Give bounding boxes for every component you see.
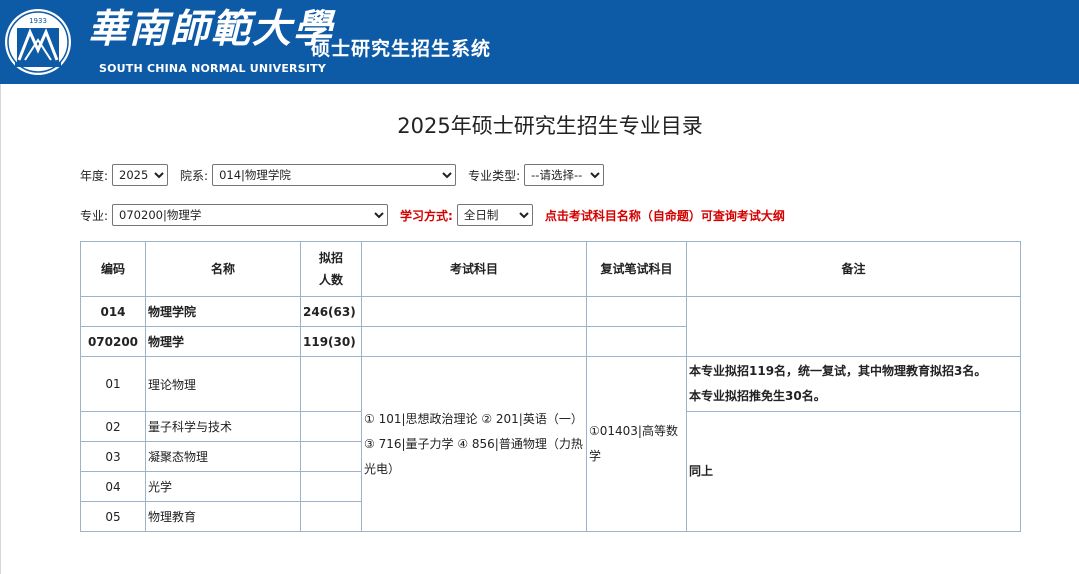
study-mode-label: 学习方式: (400, 208, 453, 223)
direction-quota (300, 356, 362, 412)
remark-line-1: 本专业拟招119名，统一复试，其中物理教育拟招3名。 (689, 364, 987, 378)
school-name-cn: 華南師範大學 (88, 6, 335, 52)
filter-row-1: 年度: 2025 院系: 014|物理学院 专业类型: --请选择-- (80, 164, 605, 186)
direction-name: 理论物理 (145, 356, 301, 412)
major-exam-cell (361, 326, 587, 357)
college-select[interactable]: 014|物理学院 (212, 164, 457, 186)
year-select[interactable]: 2025 (112, 164, 169, 186)
filter-row-2: 专业: 070200|物理学 学习方式: 全日制 点击考试科目名称（自命题）可查… (80, 204, 785, 226)
direction-quota (300, 441, 362, 472)
table-row: 01 理论物理 ① 101|思想政治理论 ② 201|英语（一） ③ 716|量… (80, 356, 1021, 532)
direction-quota (300, 471, 362, 502)
remark-same: 同上 (686, 411, 1021, 532)
major-type-label: 专业类型: (468, 168, 521, 183)
college-quota: 246(63) (300, 296, 362, 327)
study-mode-select[interactable]: 全日制 (456, 204, 533, 226)
college-name: 物理学院 (145, 296, 301, 327)
direction-name: 物理教育 (145, 501, 301, 532)
direction-code: 03 (80, 441, 146, 472)
header-code: 编码 (80, 241, 146, 297)
college-label: 院系: (180, 168, 209, 183)
major-select[interactable]: 070200|物理学 (112, 204, 389, 226)
header-name: 名称 (145, 241, 301, 297)
college-row: 014 物理学院 246(63) (80, 296, 1021, 357)
remark-line-2: 本专业拟招推免生30名。 (689, 389, 826, 403)
direction-code: 01 (80, 356, 146, 412)
table-header-row: 编码 名称 拟招人数 考试科目 复试笔试科目 备注 (80, 241, 1021, 297)
exam-outline-hint: 点击考试科目名称（自命题）可查询考试大纲 (544, 208, 785, 223)
university-logo-icon: 1933 (5, 9, 71, 75)
header-remark: 备注 (686, 241, 1021, 297)
exam-subjects-cell: ① 101|思想政治理论 ② 201|英语（一） ③ 716|量子力学 ④ 85… (361, 356, 587, 532)
school-name-en: SOUTH CHINA NORMAL UNIVERSITY (99, 62, 327, 75)
major-retest-cell (586, 326, 687, 357)
header-quota-line2: 人数 (318, 273, 343, 287)
header-quota: 拟招 人数 (300, 241, 362, 297)
major-code: 070200 (80, 326, 146, 357)
direction-code: 05 (80, 501, 146, 532)
system-name: 硕士研究生招生系统 (311, 38, 492, 60)
direction-quota (300, 501, 362, 532)
header-retest: 复试笔试科目 (586, 241, 687, 297)
header-exam: 考试科目 (361, 241, 587, 297)
direction-name: 量子科学与技术 (145, 411, 301, 442)
year-label: 年度: (80, 168, 109, 183)
college-exam-cell (361, 296, 587, 327)
direction-name: 凝聚态物理 (145, 441, 301, 472)
catalog-table: 编码 名称 拟招人数 考试科目 复试笔试科目 备注 014 物理学院 246(6… (80, 241, 1021, 532)
direction-quota (300, 411, 362, 442)
remark-first: 本专业拟招119名，统一复试，其中物理教育拟招3名。 本专业拟招推免生30名。 (686, 356, 1021, 412)
site-header: 1933 華南師範大學 硕士研究生招生系统 SOUTH CHINA NORMAL… (0, 0, 1079, 84)
retest-subject-cell: ①01403|高等数学 (586, 356, 687, 532)
header-quota-line1: 拟招 (318, 251, 343, 265)
page-left-border (0, 84, 1, 574)
page-title: 2025年硕士研究生招生专业目录 (397, 114, 703, 138)
direction-code: 02 (80, 411, 146, 442)
college-code: 014 (80, 296, 146, 327)
major-label: 专业: (80, 208, 109, 223)
college-retest-cell (586, 296, 687, 327)
major-name: 物理学 (145, 326, 301, 357)
direction-name: 光学 (145, 471, 301, 502)
logo-year: 1933 (29, 17, 47, 25)
exam-subjects-link[interactable]: ① 101|思想政治理论 ② 201|英语（一） ③ 716|量子力学 ④ 85… (364, 412, 583, 476)
college-remark-cell (686, 296, 1021, 357)
major-type-select[interactable]: --请选择-- (524, 164, 605, 186)
major-quota: 119(30) (300, 326, 362, 357)
direction-code: 04 (80, 471, 146, 502)
